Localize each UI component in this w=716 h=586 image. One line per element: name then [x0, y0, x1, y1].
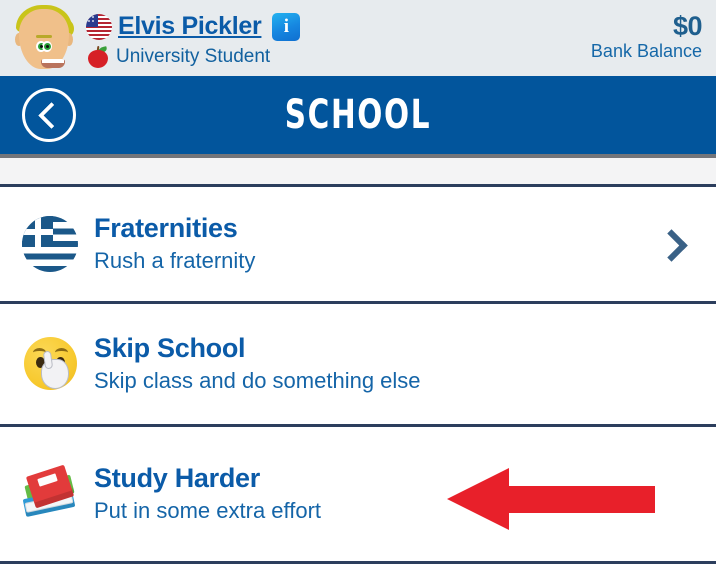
bank-balance-label: Bank Balance — [590, 41, 702, 62]
avatar-face — [19, 9, 69, 69]
avatar-brow-right — [40, 35, 52, 38]
list-item-title: Skip School — [94, 332, 246, 363]
bank-balance-block[interactable]: $0 Bank Balance — [591, 12, 704, 64]
player-status-row: University Student — [86, 45, 591, 69]
list-bottom-separator — [0, 561, 716, 564]
player-name-row: Elvis Pickler — [86, 10, 591, 44]
greek-flag-icon — [18, 212, 82, 276]
chevron-left-icon — [38, 101, 65, 129]
content-top-spacer — [0, 158, 716, 184]
stack-of-books-icon — [18, 462, 82, 526]
chevron-right-icon[interactable] — [655, 227, 688, 262]
bank-balance-amount: $0 — [672, 11, 703, 42]
shushing-face-icon — [18, 332, 82, 396]
list-item-subtitle: Rush a fraternity — [94, 247, 256, 273]
list-item-text: Fraternities Rush a fraternity — [94, 213, 656, 276]
information-icon[interactable] — [272, 12, 301, 41]
avatar[interactable] — [10, 3, 78, 73]
school-options-list: Fraternities Rush a fraternity Skip Scho… — [0, 187, 716, 564]
player-name-link[interactable]: Elvis Pickler — [118, 12, 262, 41]
page-header-banner: SCHOOL — [0, 76, 716, 154]
list-item-study-harder[interactable]: Study Harder Put in some extra effort — [0, 427, 716, 561]
list-item-text: Skip School Skip class and do something … — [94, 333, 700, 396]
us-flag-icon — [86, 13, 112, 40]
profile-text-block: Elvis Pickler University Student — [86, 8, 591, 69]
player-status-label: University Student — [116, 45, 271, 67]
profile-status-bar: Elvis Pickler University Student $0 Bank… — [0, 0, 716, 76]
avatar-eye-right — [42, 41, 52, 52]
avatar-mouth — [41, 59, 65, 68]
list-item-title: Fraternities — [94, 212, 238, 243]
list-item-fraternities[interactable]: Fraternities Rush a fraternity — [0, 187, 716, 301]
list-item-skip-school[interactable]: Skip School Skip class and do something … — [0, 304, 716, 424]
list-item-text: Study Harder Put in some extra effort — [94, 463, 700, 526]
list-item-subtitle: Skip class and do something else — [94, 367, 421, 393]
list-item-subtitle: Put in some extra effort — [94, 497, 322, 523]
list-item-title: Study Harder — [94, 462, 260, 493]
red-apple-icon — [86, 45, 110, 69]
page-title: SCHOOL — [284, 92, 432, 138]
